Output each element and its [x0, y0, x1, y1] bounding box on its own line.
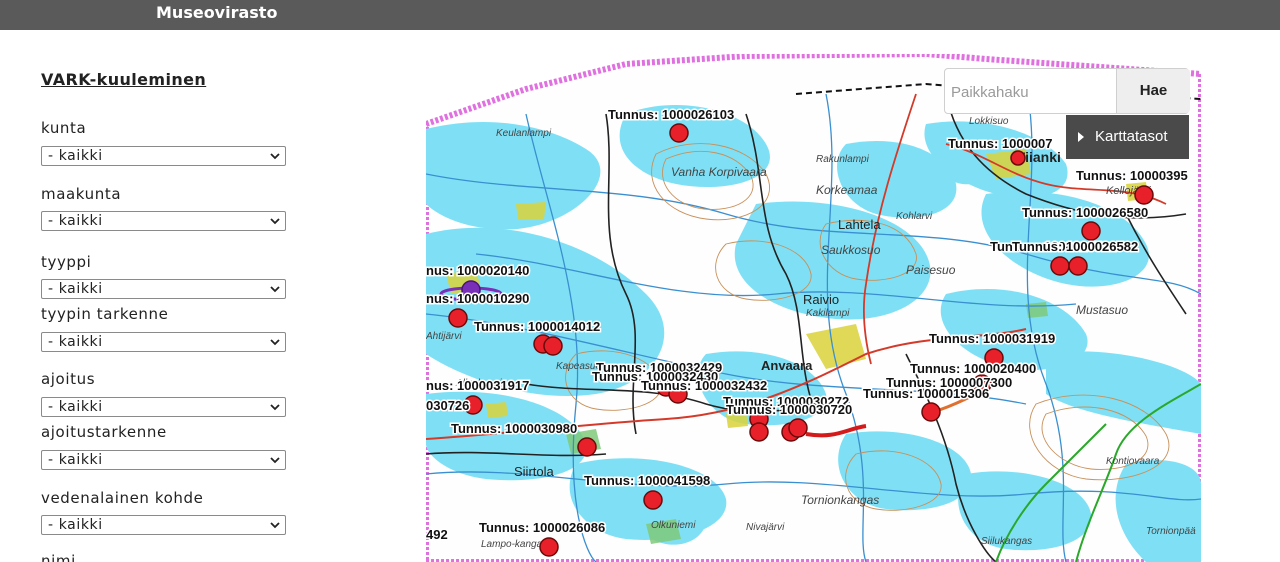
tyyppi-select[interactable]: - kaikki — [41, 279, 286, 299]
map-site-marker[interactable] — [643, 490, 663, 510]
marker-label: Tunnus: 1000031919 — [929, 331, 1055, 346]
marker-label: Tunnus: 1000026086 — [479, 520, 605, 535]
marker-label: Tunnus: 1000014012 — [474, 319, 600, 334]
place-name: Vanha Korpivaara — [671, 165, 767, 179]
place-name: Kakilampi — [806, 308, 850, 319]
kunta-select[interactable]: - kaikki — [41, 146, 286, 166]
marker-label: Tunnus: 1000015306 — [863, 386, 989, 401]
place-name: Ahtijärvi — [426, 331, 462, 342]
ajoitus-select-value: - kaikki — [48, 399, 103, 415]
tyypin-tarkenne-select-value: - kaikki — [48, 334, 103, 350]
chevron-down-icon — [270, 339, 280, 346]
tyypin-tarkenne-select[interactable]: - kaikki — [41, 332, 286, 352]
place-name: Tornionpää — [1146, 526, 1196, 537]
marker-label: Tunnus: 1000030980 — [451, 421, 577, 436]
marker-label: Tunnus: 10000395 — [1076, 168, 1188, 183]
place-name: Saukkosuo — [821, 243, 881, 257]
chevron-down-icon — [270, 218, 280, 225]
filter-label-vedenalainen-kohde: vedenalainen kohde — [41, 489, 204, 507]
map-site-marker[interactable] — [448, 308, 468, 328]
place-name: Raivio — [803, 292, 839, 307]
chevron-down-icon — [270, 404, 280, 411]
filter-sidebar: VARK-kuuleminen kunta - kaikki maakunta … — [41, 30, 301, 562]
tyyppi-select-value: - kaikki — [48, 281, 103, 297]
place-name: Lokkisuo — [969, 116, 1009, 127]
search-button[interactable]: Hae — [1116, 69, 1190, 113]
ajoitustarkenne-select[interactable]: - kaikki — [41, 450, 286, 470]
map-site-marker[interactable] — [788, 418, 808, 438]
ajoitus-select[interactable]: - kaikki — [41, 397, 286, 417]
map-site-marker[interactable] — [1010, 150, 1026, 166]
marker-label: Tunnus: 1000020400 — [910, 361, 1036, 376]
vedenalainen-kohde-select[interactable]: - kaikki — [41, 515, 286, 535]
maakunta-select[interactable]: - kaikki — [41, 211, 286, 231]
place-name: Keulanlampi — [496, 128, 552, 139]
map-site-marker[interactable] — [1068, 256, 1088, 276]
chevron-down-icon — [270, 286, 280, 293]
marker-label: Tunnus: 1000030720 — [726, 402, 852, 417]
map-site-marker[interactable] — [1081, 221, 1101, 241]
marker-label: Tunnus: 1000007 — [948, 136, 1053, 151]
map-site-marker[interactable] — [543, 336, 563, 356]
place-name: Lahtela — [838, 217, 881, 232]
filter-label-kunta: kunta — [41, 119, 87, 137]
marker-label: nus: 1000020140 — [426, 263, 529, 278]
place-name: Tornionkangas — [801, 493, 879, 507]
marker-label: Tunnus: 1000026580 — [1022, 205, 1148, 220]
marker-label: Tunnus: 1000032432 — [641, 378, 767, 393]
filter-label-ajoitus: ajoitus — [41, 370, 96, 388]
chevron-down-icon — [270, 153, 280, 160]
filter-label-ajoitustarkenne: ajoitustarkenne — [41, 423, 167, 441]
vedenalainen-kohde-select-value: - kaikki — [48, 517, 103, 533]
marker-label: 492 — [426, 527, 448, 542]
map-site-marker[interactable] — [921, 402, 941, 422]
chevron-down-icon — [270, 522, 280, 529]
place-name: Mustasuo — [1076, 303, 1128, 317]
sidebar-title: VARK-kuuleminen — [41, 70, 207, 89]
map-site-marker[interactable] — [577, 437, 597, 457]
place-name: Siirtola — [514, 464, 555, 479]
place-name: Korkeamaa — [816, 183, 878, 197]
marker-label: nus: 1000031917 — [426, 378, 529, 393]
caret-right-icon — [1078, 132, 1084, 142]
map-layers-label: Karttatasot — [1095, 128, 1168, 145]
place-name: Anvaara — [761, 358, 813, 373]
place-name: Nivajärvi — [746, 522, 785, 533]
map-site-marker[interactable] — [539, 537, 559, 557]
filter-label-tyyppi: tyyppi — [41, 253, 92, 271]
place-name: Rakunlampi — [816, 154, 870, 165]
marker-label: Tunnus: 1000041598 — [584, 473, 710, 488]
place-name: Siilukangas — [981, 536, 1032, 547]
map-layers-button[interactable]: Karttatasot — [1066, 115, 1189, 159]
top-bar: Museovirasto — [0, 0, 1280, 30]
place-search: Hae — [944, 68, 1190, 115]
place-name: Lampo-kangas — [481, 539, 547, 550]
map-site-marker[interactable] — [1050, 256, 1070, 276]
map-site-marker[interactable] — [749, 422, 769, 442]
kunta-select-value: - kaikki — [48, 148, 103, 164]
map-site-marker[interactable] — [669, 123, 689, 143]
maakunta-select-value: - kaikki — [48, 213, 103, 229]
filter-label-tyypin-tarkenne: tyypin tarkenne — [41, 305, 169, 323]
ajoitustarkenne-select-value: - kaikki — [48, 452, 103, 468]
brand-logo[interactable]: Museovirasto — [156, 3, 277, 22]
filter-label-maakunta: maakunta — [41, 185, 122, 203]
place-search-input[interactable] — [945, 69, 1123, 115]
filter-label-nimi: nimi — [41, 552, 76, 562]
place-name: Kontiovaara — [1106, 456, 1160, 467]
marker-label: nus: 1000010290 — [426, 291, 529, 306]
place-name: Olkuniemi — [651, 520, 696, 531]
chevron-down-icon — [270, 457, 280, 464]
marker-label: Tunnus: 1000026103 — [608, 107, 734, 122]
map-site-marker[interactable] — [1134, 185, 1154, 205]
place-name: Paisesuo — [906, 263, 956, 277]
marker-label: Tunnus: 1000026582 — [1012, 239, 1138, 254]
place-name: Kohlarvi — [896, 211, 933, 222]
marker-label: 030726 — [426, 398, 469, 413]
